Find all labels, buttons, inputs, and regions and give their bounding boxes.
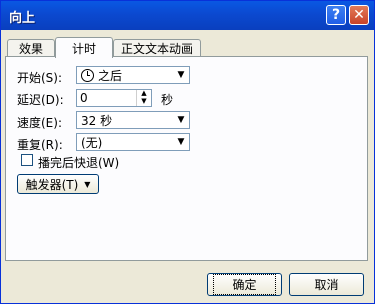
speed-dropdown[interactable]: 32 秒 ▼ xyxy=(76,111,190,129)
cancel-label: 取消 xyxy=(314,278,339,292)
chevron-down-icon: ▼ xyxy=(177,70,185,80)
start-dropdown[interactable]: 之后 ▼ xyxy=(76,66,190,84)
help-button[interactable]: ? xyxy=(326,5,346,25)
spin-down-icon[interactable]: ▼ xyxy=(137,98,151,106)
tab-text-animation[interactable]: 正文文本动画 xyxy=(113,39,201,56)
close-button[interactable]: ✕ xyxy=(349,5,369,25)
speed-value: 32 秒 xyxy=(81,113,113,128)
clock-icon xyxy=(81,68,94,82)
chevron-down-icon: ▼ xyxy=(177,115,185,125)
repeat-label: 重复(R): xyxy=(17,138,63,152)
rewind-label[interactable]: 播完后快退(W) xyxy=(38,154,119,171)
dialog-window: 向上 ? ✕ 效果 计时 正文文本动画 开始(S): 之后 ▼ 延迟(D): 0… xyxy=(0,0,375,304)
delay-label: 延迟(D): xyxy=(17,93,64,107)
rewind-checkbox[interactable] xyxy=(21,154,33,166)
delay-unit: 秒 xyxy=(161,93,174,107)
tab-timing[interactable]: 计时 xyxy=(55,37,113,58)
cancel-button[interactable]: 取消 xyxy=(289,273,364,296)
speed-label: 速度(E): xyxy=(17,116,62,130)
start-label: 开始(S): xyxy=(17,71,63,85)
chevron-down-icon: ▼ xyxy=(177,137,185,147)
window-title: 向上 xyxy=(9,11,36,26)
title-bar: 向上 ? ✕ xyxy=(1,1,374,30)
trigger-label: 触发器(T) xyxy=(25,177,79,192)
ok-label: 确定 xyxy=(213,274,276,295)
start-value: 之后 xyxy=(98,68,123,83)
help-icon: ? xyxy=(331,7,341,23)
close-icon: ✕ xyxy=(353,7,365,23)
repeat-dropdown[interactable]: (无) ▼ xyxy=(76,133,190,151)
double-chevron-down-icon: ▼ xyxy=(84,179,91,189)
delay-value: 0 xyxy=(80,91,88,105)
trigger-button[interactable]: 触发器(T) ▼ xyxy=(17,174,99,194)
ok-button[interactable]: 确定 xyxy=(207,273,282,296)
delay-spinner[interactable]: 0 ▲ ▼ xyxy=(76,89,152,107)
repeat-value: (无) xyxy=(81,135,103,150)
tab-effect[interactable]: 效果 xyxy=(7,39,55,56)
spin-buttons[interactable]: ▲ ▼ xyxy=(136,90,151,106)
